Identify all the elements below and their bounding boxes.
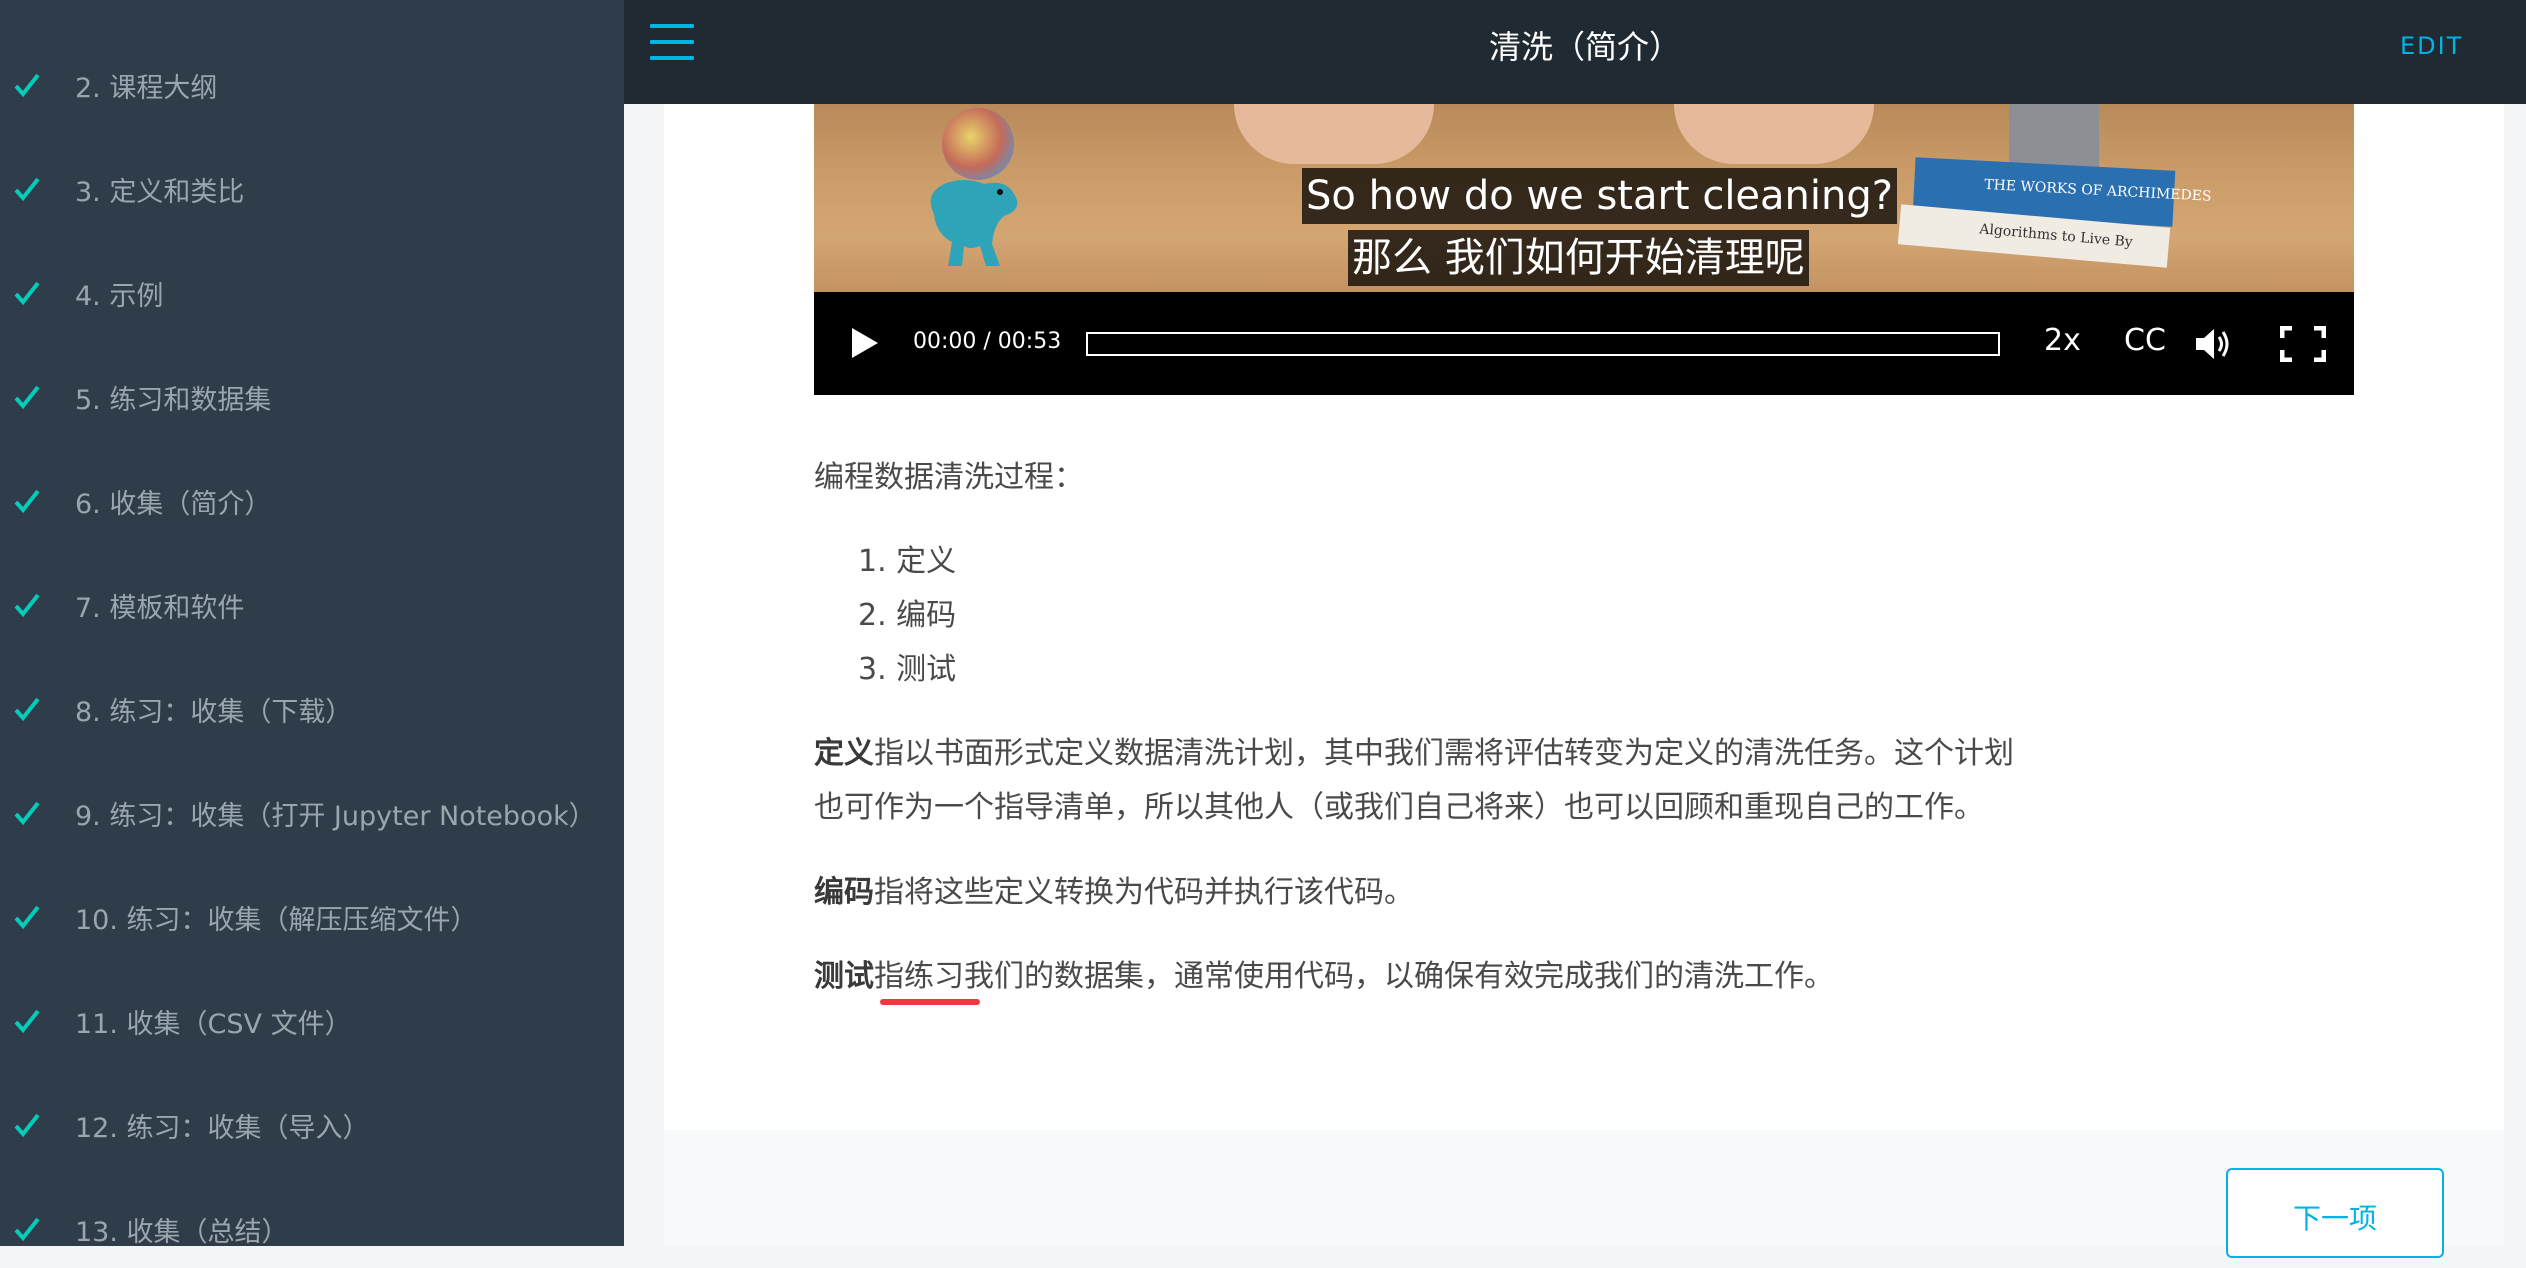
paragraph-define: 定义指以书面形式定义数据清洗计划，其中我们需将评估转变为定义的清洗任务。这个计划 bbox=[814, 736, 2014, 771]
sidebar: 2. 课程大纲 3. 定义和类比 4. 示例 5. 练习和数据集 6. 收集（简介） 7.… bbox=[0, 0, 624, 1246]
sidebar-item[interactable]: 12. 练习：收集（导入） bbox=[0, 1085, 624, 1165]
edit-button[interactable]: EDIT bbox=[2400, 32, 2463, 60]
page-title: 清洗（简介） bbox=[1488, 28, 1681, 66]
subtitle-english: So how do we start cleaning? bbox=[1302, 168, 1897, 224]
sidebar-item-label: 4. 示例 bbox=[75, 280, 164, 312]
next-button[interactable]: 下一项 bbox=[2226, 1168, 2444, 1258]
checkmark-icon bbox=[14, 1009, 40, 1034]
checkmark-icon bbox=[14, 905, 40, 930]
video-progress-bar[interactable] bbox=[1086, 332, 2000, 356]
subtitle-chinese: 那么 我们如何开始清理呢 bbox=[1348, 230, 1809, 286]
checkmark-icon bbox=[14, 281, 40, 306]
paragraph-code: 编码指将这些定义转换为代码并执行该代码。 bbox=[814, 875, 1414, 910]
play-icon[interactable] bbox=[850, 326, 880, 360]
video-player[interactable]: THE WORKS OF ARCHIMEDES Algorithms to Li… bbox=[814, 104, 2354, 395]
closed-captions-button[interactable]: CC bbox=[2124, 323, 2166, 358]
highlight-underline bbox=[880, 999, 980, 1005]
playback-speed-button[interactable]: 2x bbox=[2044, 323, 2081, 358]
sidebar-item[interactable]: 6. 收集（简介） bbox=[0, 461, 624, 541]
checkmark-icon bbox=[14, 801, 40, 826]
sidebar-item-label: 3. 定义和类比 bbox=[75, 176, 245, 208]
list-item: 3. 测试 bbox=[858, 652, 957, 687]
sidebar-item-label: 6. 收集（简介） bbox=[75, 488, 272, 520]
sidebar-item-label: 11. 收集（CSV 文件） bbox=[75, 1008, 352, 1040]
sidebar-item[interactable]: 3. 定义和类比 bbox=[0, 149, 624, 229]
checkmark-icon bbox=[14, 489, 40, 514]
sidebar-item-label: 5. 练习和数据集 bbox=[75, 384, 272, 416]
hands-left bbox=[1234, 104, 1434, 164]
checkmark-icon bbox=[14, 73, 40, 98]
sidebar-item-label: 12. 练习：收集（导入） bbox=[75, 1112, 370, 1144]
sidebar-item[interactable]: 9. 练习：收集（打开 Jupyter Notebook） bbox=[0, 773, 624, 853]
sidebar-item[interactable]: 13. 收集（总结） bbox=[0, 1189, 624, 1246]
checkmark-icon bbox=[14, 1217, 40, 1242]
sidebar-item-label: 9. 练习：收集（打开 Jupyter Notebook） bbox=[75, 800, 596, 832]
list-item: 2. 编码 bbox=[858, 598, 957, 633]
list-item: 1. 定义 bbox=[858, 544, 957, 579]
sidebar-item-label: 7. 模板和软件 bbox=[75, 592, 245, 624]
paragraph-define-cont: 也可作为一个指导清单，所以其他人（或我们自己将来）也可以回顾和重现自己的工作。 bbox=[814, 790, 1984, 825]
paragraph-test: 测试指练习我们的数据集，通常使用代码，以确保有效完成我们的清洗工作。 bbox=[814, 959, 1834, 994]
sidebar-item[interactable]: 8. 练习：收集（下载） bbox=[0, 669, 624, 749]
time-display: 00:00 / 00:53 bbox=[913, 329, 1062, 354]
dinosaur-figure bbox=[930, 180, 1018, 266]
sidebar-item[interactable]: 11. 收集（CSV 文件） bbox=[0, 981, 624, 1061]
sidebar-item[interactable]: 7. 模板和软件 bbox=[0, 565, 624, 645]
sidebar-item[interactable]: 2. 课程大纲 bbox=[0, 45, 624, 125]
sidebar-item-label: 13. 收集（总结） bbox=[75, 1216, 289, 1247]
sidebar-item-label: 8. 练习：收集（下载） bbox=[75, 696, 353, 728]
checkmark-icon bbox=[14, 385, 40, 410]
sidebar-item[interactable]: 4. 示例 bbox=[0, 253, 624, 333]
video-controls: 00:00 / 00:53 2x CC bbox=[814, 292, 2354, 395]
hands-right bbox=[1674, 104, 1874, 164]
hamburger-menu-icon[interactable] bbox=[650, 24, 694, 64]
volume-icon[interactable] bbox=[2194, 326, 2232, 362]
checkmark-icon bbox=[14, 697, 40, 722]
checkmark-icon bbox=[14, 177, 40, 202]
checkmark-icon bbox=[14, 1113, 40, 1138]
sidebar-item[interactable]: 5. 练习和数据集 bbox=[0, 357, 624, 437]
sidebar-item-label: 2. 课程大纲 bbox=[75, 72, 218, 104]
fullscreen-icon[interactable] bbox=[2280, 326, 2326, 362]
sidebar-item-label: 10. 练习：收集（解压压缩文件） bbox=[75, 904, 478, 936]
intro-text: 编程数据清洗过程： bbox=[814, 460, 1084, 495]
sidebar-item[interactable]: 10. 练习：收集（解压压缩文件） bbox=[0, 877, 624, 957]
checkmark-icon bbox=[14, 593, 40, 618]
